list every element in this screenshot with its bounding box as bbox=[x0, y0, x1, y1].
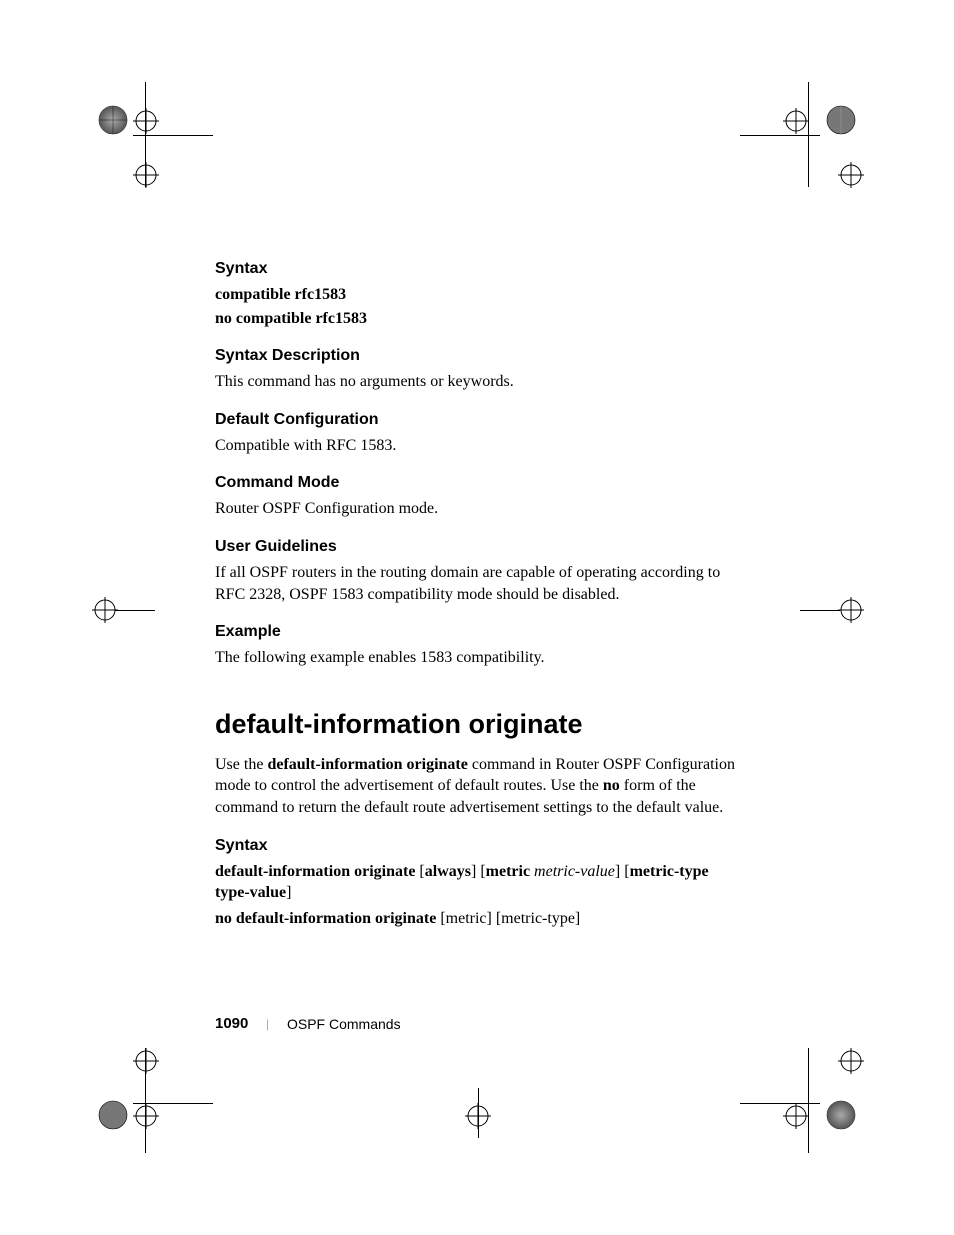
heading-syntax-description: Syntax Description bbox=[215, 347, 745, 365]
syntax-line: no default-information originate [metric… bbox=[215, 908, 745, 930]
syntax-part: always bbox=[425, 863, 471, 880]
command-mode-text: Router OSPF Configuration mode. bbox=[215, 498, 745, 520]
syntax-line: default-information originate [always] [… bbox=[215, 861, 745, 904]
syntax-part: ] [ bbox=[471, 863, 486, 880]
registration-circle-icon bbox=[98, 105, 128, 140]
syntax-part: metric-value bbox=[534, 863, 615, 880]
intro-bold: default-information originate bbox=[267, 756, 467, 773]
heading-syntax: Syntax bbox=[215, 260, 745, 278]
syntax-line: compatible rfc1583 bbox=[215, 284, 745, 306]
crosshair-icon bbox=[133, 162, 159, 188]
crosshair-icon bbox=[783, 108, 809, 134]
crosshair-icon bbox=[838, 1048, 864, 1074]
heading-default-configuration: Default Configuration bbox=[215, 411, 745, 429]
page-number: 1090 bbox=[215, 1015, 248, 1032]
command-title: default-information originate bbox=[215, 709, 745, 740]
crosshair-icon bbox=[133, 108, 159, 134]
heading-example: Example bbox=[215, 623, 745, 641]
footer-chapter-label: OSPF Commands bbox=[287, 1016, 401, 1032]
intro-bold: no bbox=[603, 777, 620, 794]
registration-circle-icon bbox=[98, 1100, 128, 1135]
heading-syntax2: Syntax bbox=[215, 837, 745, 855]
registration-circle-icon bbox=[826, 1100, 856, 1135]
crosshair-icon bbox=[838, 597, 864, 623]
crop-line bbox=[808, 1048, 809, 1153]
crop-line bbox=[115, 610, 155, 611]
syntax-part: no default-information originate bbox=[215, 910, 436, 927]
footer-separator: | bbox=[266, 1016, 269, 1032]
page-footer: 1090 | OSPF Commands bbox=[215, 1015, 401, 1032]
crosshair-icon bbox=[838, 162, 864, 188]
syntax-part: default-information originate bbox=[215, 863, 415, 880]
default-configuration-text: Compatible with RFC 1583. bbox=[215, 435, 745, 457]
syntax-part: ] [ bbox=[615, 863, 630, 880]
syntax-part: [ bbox=[415, 863, 424, 880]
user-guidelines-text: If all OSPF routers in the routing domai… bbox=[215, 562, 745, 605]
crosshair-icon bbox=[783, 1103, 809, 1129]
crop-line bbox=[478, 1088, 479, 1138]
syntax-part: [metric] [metric-type] bbox=[436, 910, 580, 927]
syntax-description-text: This command has no arguments or keyword… bbox=[215, 371, 745, 393]
crop-line bbox=[800, 610, 840, 611]
crop-line bbox=[133, 135, 213, 136]
crosshair-icon bbox=[133, 1103, 159, 1129]
syntax-part: ] bbox=[286, 884, 291, 901]
heading-command-mode: Command Mode bbox=[215, 474, 745, 492]
registration-circle-icon bbox=[826, 105, 856, 140]
syntax-part: metric bbox=[486, 863, 530, 880]
heading-user-guidelines: User Guidelines bbox=[215, 538, 745, 556]
syntax-line: no compatible rfc1583 bbox=[215, 308, 745, 330]
intro-text: Use the bbox=[215, 756, 267, 773]
crop-line bbox=[145, 1048, 146, 1153]
command-intro: Use the default-information originate co… bbox=[215, 754, 745, 819]
page-content: Syntax compatible rfc1583 no compatible … bbox=[215, 260, 745, 947]
crop-line bbox=[740, 135, 820, 136]
example-text: The following example enables 1583 compa… bbox=[215, 647, 745, 669]
crosshair-icon bbox=[133, 1048, 159, 1074]
